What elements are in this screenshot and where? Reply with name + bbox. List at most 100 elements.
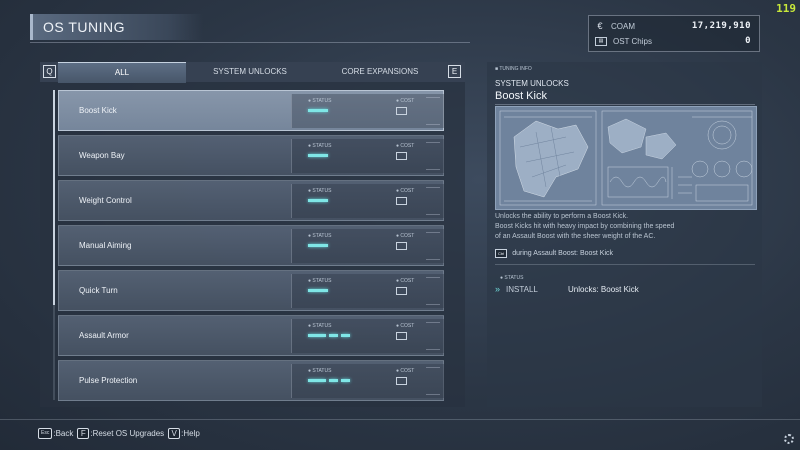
corner-tick <box>426 367 440 368</box>
list-item-name: Assault Armor <box>79 331 129 340</box>
list-item-name: Weight Control <box>79 196 132 205</box>
status-bar <box>308 379 326 382</box>
status-label: ● STATUS <box>308 188 332 194</box>
description-line: Boost Kicks hit with heavy impact by com… <box>495 223 675 230</box>
unlocks-text: Unlocks: Boost Kick <box>568 284 639 294</box>
fps-counter: 119 <box>776 2 796 15</box>
cost-label-text: COST <box>400 323 415 329</box>
cost-label-text: COST <box>400 188 415 194</box>
cost-label-text: COST <box>400 278 415 284</box>
list-item[interactable]: Weapon Bay ● STATUS ● COST <box>58 135 444 176</box>
status-label-text: STATUS <box>312 143 332 149</box>
list-item-meta: ● STATUS ● COST <box>291 139 444 173</box>
corner-tick <box>426 214 440 215</box>
info-description: Unlocks the ability to perform a Boost K… <box>495 212 755 242</box>
chips-value: 0 <box>745 36 751 46</box>
list-item[interactable]: Pulse Protection ● STATUS ● COST <box>58 360 444 401</box>
status-label: ● STATUS <box>308 233 332 239</box>
cost-label-text: COST <box>400 143 415 149</box>
install-label: INSTALL <box>506 284 538 294</box>
status-bar <box>308 199 328 202</box>
status-label: ● STATUS <box>308 278 332 284</box>
list-item-name: Boost Kick <box>79 106 117 115</box>
help-button[interactable]: :Help <box>181 429 200 438</box>
status-bar <box>308 289 328 292</box>
back-button[interactable]: :Back <box>53 429 73 438</box>
status-label: ● STATUS <box>308 143 332 149</box>
corner-tick <box>426 232 440 233</box>
f-key-icon: F <box>77 428 90 439</box>
status-label: ● STATUS <box>308 323 332 329</box>
esc-key-icon: Esc <box>38 428 53 439</box>
list-item-meta: ● STATUS ● COST <box>291 274 444 308</box>
status-bar <box>308 154 328 157</box>
status-label-text: STATUS <box>504 275 524 281</box>
page-title-bar: OS TUNING <box>30 14 203 40</box>
tab-prev-key[interactable]: Q <box>43 65 56 78</box>
status-bars <box>308 289 328 292</box>
list-item-meta: ● STATUS ● COST <box>291 229 444 263</box>
list-item[interactable]: Boost Kick ● STATUS ● COST <box>58 90 444 131</box>
cost-label: ● COST <box>396 98 415 104</box>
chip-icon <box>396 152 407 160</box>
info-title-divider <box>495 104 755 105</box>
status-label: ● STATUS <box>500 275 524 281</box>
list-item[interactable]: Assault Armor ● STATUS ● COST <box>58 315 444 356</box>
list-item[interactable]: Weight Control ● STATUS ● COST <box>58 180 444 221</box>
status-bar <box>329 379 338 382</box>
description-line: Unlocks the ability to perform a Boost K… <box>495 213 629 220</box>
schematic-icon <box>496 107 756 209</box>
corner-tick <box>426 277 440 278</box>
tuning-info-panel: ■ TUNING INFO SYSTEM UNLOCKS Boost Kick <box>487 62 762 407</box>
loading-spinner-icon <box>784 434 794 444</box>
reset-os-upgrades-button[interactable]: :Reset OS Upgrades <box>90 429 164 438</box>
status-label: ● STATUS <box>308 368 332 374</box>
footer-controls: Esc :Back F :Reset OS Upgrades V :Help <box>38 428 200 439</box>
list-scrollbar-thumb[interactable] <box>53 90 55 305</box>
cost-label: ● COST <box>396 143 415 149</box>
cost-label: ● COST <box>396 188 415 194</box>
control-hint: Ctrl during Assault Boost: Boost Kick <box>495 249 613 258</box>
status-label-text: STATUS <box>312 368 332 374</box>
tab-core-expansions[interactable]: CORE EXPANSIONS <box>314 62 446 82</box>
list-item[interactable]: Quick Turn ● STATUS ● COST <box>58 270 444 311</box>
corner-tick <box>426 349 440 350</box>
status-label-text: STATUS <box>312 278 332 284</box>
list-item-meta: ● STATUS ● COST <box>291 364 444 398</box>
list-item-meta: ● STATUS ● COST <box>291 94 444 128</box>
list-item[interactable]: Manual Aiming ● STATUS ● COST <box>58 225 444 266</box>
status-bars <box>308 109 328 112</box>
chip-icon <box>396 107 407 115</box>
tuning-list-panel: Q ALL SYSTEM UNLOCKS CORE EXPANSIONS E B… <box>40 62 465 407</box>
chip-icon <box>396 332 407 340</box>
footer-divider <box>0 419 800 420</box>
ctrl-key-icon: Ctrl <box>495 249 508 258</box>
tab-bar: Q ALL SYSTEM UNLOCKS CORE EXPANSIONS E <box>40 62 465 83</box>
chip-icon <box>396 287 407 295</box>
chips-row: ▤ OST Chips 0 <box>595 34 751 48</box>
list-item-name: Pulse Protection <box>79 376 138 385</box>
control-hint-text: during Assault Boost: Boost Kick <box>512 250 614 257</box>
info-title: Boost Kick <box>495 90 547 102</box>
coam-label: COAM <box>611 21 635 31</box>
corner-tick <box>426 187 440 188</box>
status-bars <box>308 334 350 337</box>
tab-next-key[interactable]: E <box>448 65 461 78</box>
boost-kick-schematic-image <box>495 106 757 210</box>
chip-icon <box>396 197 407 205</box>
install-status-row: » INSTALL Unlocks: Boost Kick <box>495 284 639 294</box>
corner-tick <box>426 142 440 143</box>
list-item-name: Weapon Bay <box>79 151 125 160</box>
status-bar <box>308 334 326 337</box>
corner-tick <box>426 322 440 323</box>
tab-system-unlocks[interactable]: SYSTEM UNLOCKS <box>186 62 314 82</box>
status-label-text: STATUS <box>312 98 332 104</box>
corner-tick <box>426 124 440 125</box>
info-category: SYSTEM UNLOCKS <box>495 79 569 88</box>
tab-all[interactable]: ALL <box>58 62 186 83</box>
status-label-text: STATUS <box>312 323 332 329</box>
cost-label: ● COST <box>396 368 415 374</box>
list-item-name: Manual Aiming <box>79 241 132 250</box>
v-key-icon: V <box>168 428 181 439</box>
cost-label-text: COST <box>400 368 415 374</box>
